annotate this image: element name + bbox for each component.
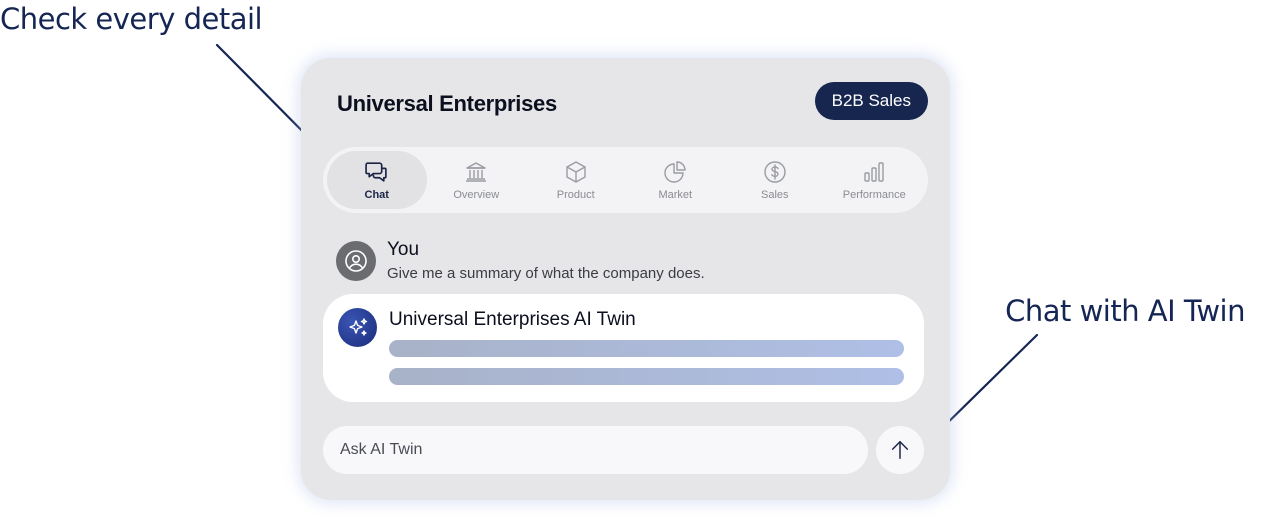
tab-label: Chat	[364, 189, 389, 201]
tab-bar: Chat Overview Product Market Sales Perfo…	[323, 147, 928, 213]
user-name: You	[387, 239, 420, 260]
bar-chart-icon	[864, 161, 884, 182]
ask-ai-twin-input[interactable]: Ask AI Twin	[323, 426, 868, 474]
chat-icon	[365, 162, 387, 182]
callout-check-every-detail: Check every detail	[0, 2, 263, 36]
bank-icon	[466, 161, 487, 182]
tab-label: Market	[658, 188, 693, 201]
ai-name: Universal Enterprises AI Twin	[389, 309, 636, 330]
pie-chart-icon	[664, 160, 686, 183]
tab-product[interactable]: Product	[526, 151, 626, 209]
ai-avatar	[338, 308, 377, 347]
arrow-up-icon	[891, 441, 909, 459]
callout-chat-with-ai-twin: Chat with AI Twin	[1005, 294, 1245, 328]
tab-performance[interactable]: Performance	[825, 151, 925, 209]
tab-overview[interactable]: Overview	[427, 151, 527, 209]
user-avatar	[336, 241, 376, 281]
tab-label: Performance	[842, 188, 906, 201]
loading-skeleton-line	[389, 368, 904, 385]
sparkles-icon	[348, 317, 367, 336]
tab-chat[interactable]: Chat	[327, 151, 427, 209]
send-button[interactable]	[876, 426, 924, 474]
box-icon	[566, 160, 586, 183]
loading-skeleton-line	[389, 340, 904, 357]
tab-label: Sales	[760, 188, 789, 201]
user-circle-icon	[345, 250, 367, 272]
dollar-icon	[764, 160, 786, 183]
tab-label: Overview	[453, 188, 500, 201]
tab-sales[interactable]: Sales	[725, 151, 825, 209]
user-message: Give me a summary of what the company do…	[387, 265, 705, 282]
b2b-sales-badge[interactable]: B2B Sales	[814, 82, 928, 120]
tab-market[interactable]: Market	[626, 151, 726, 209]
ai-twin-card: Universal Enterprises B2B Sales Chat Ove…	[301, 58, 950, 500]
tab-label: Product	[556, 188, 595, 201]
ai-response-bubble: Universal Enterprises AI Twin	[323, 294, 924, 402]
company-name: Universal Enterprises	[337, 91, 557, 116]
